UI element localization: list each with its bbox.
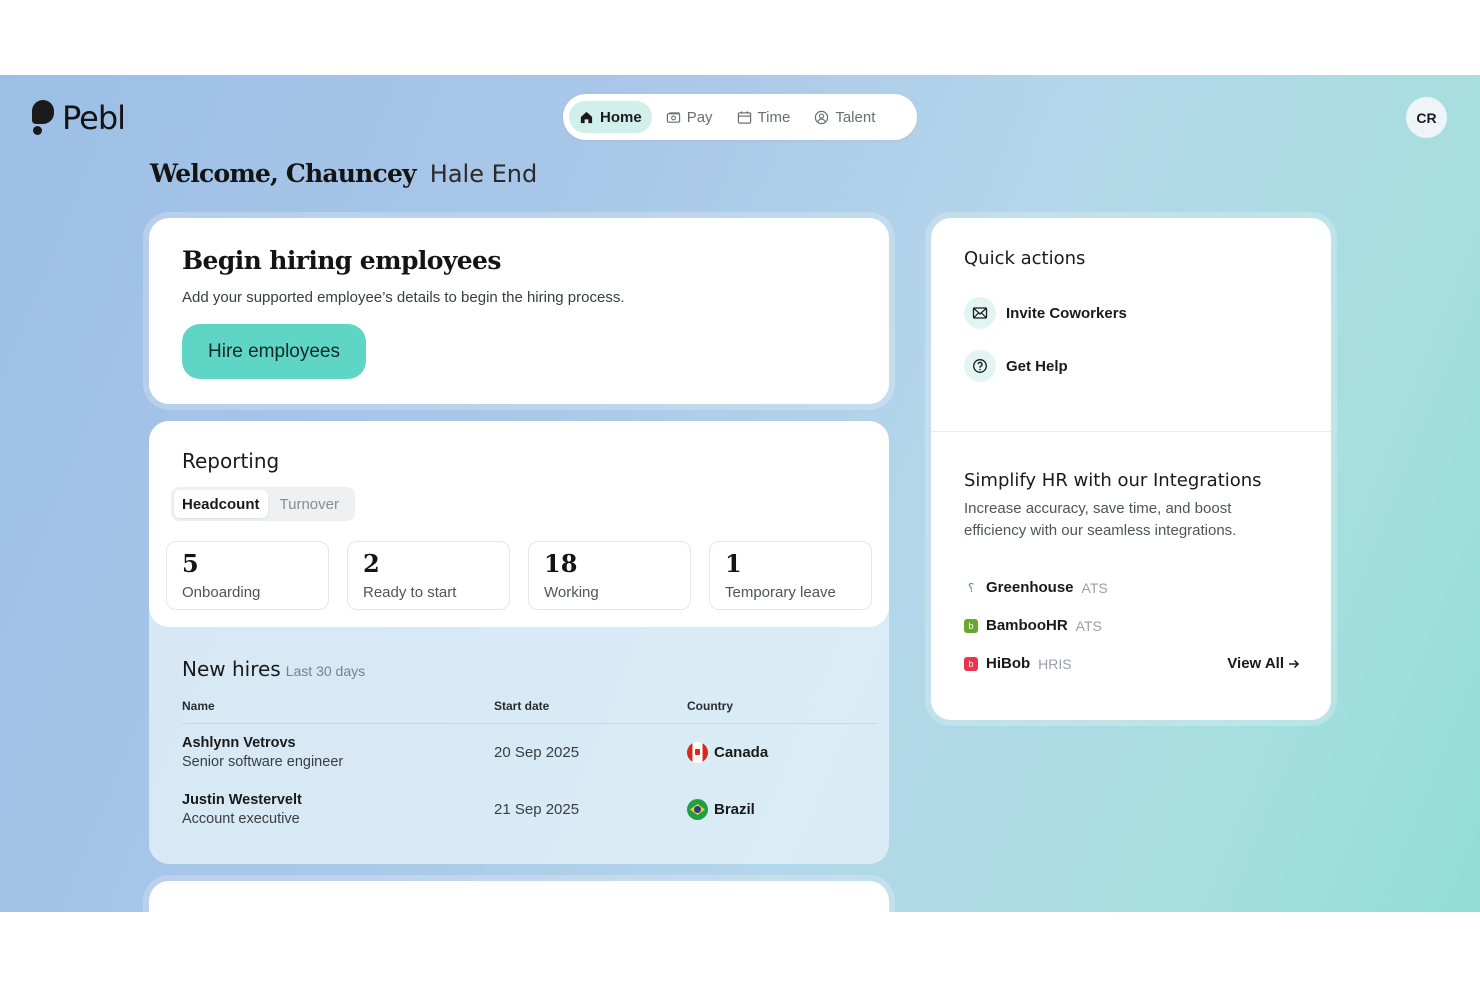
view-all-integrations-link[interactable]: View All (1227, 655, 1300, 672)
get-help-label: Get Help (1006, 357, 1068, 375)
next-card-partial (149, 881, 889, 912)
view-all-label: View All (1227, 655, 1284, 672)
integrations-description: Increase accuracy, save time, and boost … (964, 500, 1237, 539)
stat-label: Working (544, 584, 599, 601)
new-hires-table: Name Start date Country Ashlynn Vetrovs … (182, 699, 877, 838)
stat-ready-to-start[interactable]: 2 Ready to start (347, 541, 510, 610)
table-row[interactable]: Ashlynn Vetrovs Senior software engineer… (182, 724, 877, 781)
integrations-title: Simplify HR with our Integrations (964, 470, 1262, 491)
reporting-segmented-control: Headcount Turnover (171, 487, 355, 521)
integration-name: Greenhouse (986, 579, 1074, 596)
integration-type: ATS (1075, 617, 1102, 634)
employee-role: Account executive (182, 811, 300, 827)
money-icon (666, 111, 680, 123)
person-icon (815, 110, 829, 124)
tab-time[interactable]: Time (727, 101, 801, 133)
get-help-action[interactable]: Get Help (964, 350, 1068, 382)
stat-label: Onboarding (182, 584, 261, 601)
brazil-flag-icon (687, 799, 708, 820)
home-icon (580, 111, 593, 123)
integration-greenhouse[interactable]: ⸮ Greenhouse ATS (964, 579, 1108, 596)
tab-pay[interactable]: Pay (656, 101, 723, 133)
table-row[interactable]: Justin Westervelt Account executive 21 S… (182, 781, 877, 838)
country-cell: Canada (687, 742, 877, 763)
start-date: 21 Sep 2025 (494, 801, 580, 818)
tab-turnover[interactable]: Turnover (272, 490, 347, 518)
employee-role: Senior software engineer (182, 754, 344, 770)
pebl-logo[interactable]: Pebl (32, 99, 126, 137)
headcount-stats: 5 Onboarding 2 Ready to start 18 Working… (166, 541, 872, 610)
reporting-card: Reporting Headcount Turnover 5 Onboardin… (149, 421, 889, 864)
quick-actions-title: Quick actions (964, 248, 1086, 269)
employee-cell: Ashlynn Vetrovs Senior software engineer (182, 735, 494, 770)
employee-cell: Justin Westervelt Account executive (182, 792, 494, 827)
stat-value: 1 (725, 549, 742, 578)
pebl-logo-mark (32, 100, 56, 136)
stat-value: 2 (363, 549, 380, 578)
tab-pay-label: Pay (686, 108, 713, 126)
stat-label: Ready to start (363, 584, 457, 601)
hibob-logo-icon: b (964, 656, 978, 671)
integration-type: ATS (1081, 579, 1108, 596)
canada-flag-icon (687, 742, 708, 763)
stat-working[interactable]: 18 Working (528, 541, 691, 610)
arrow-right-icon (1289, 659, 1300, 668)
tab-time-label: Time (757, 108, 791, 126)
section-divider (931, 431, 1331, 432)
integration-name: HiBob (986, 655, 1031, 672)
stat-value: 18 (544, 549, 578, 578)
reporting-title: Reporting (182, 449, 280, 473)
integration-name: BambooHR (986, 617, 1068, 634)
country-cell: Brazil (687, 799, 877, 820)
table-header: Name Start date Country (182, 699, 877, 724)
country-name: Canada (714, 744, 769, 761)
hire-card: Begin hiring employees Add your supporte… (149, 218, 889, 404)
country-name: Brazil (714, 801, 755, 818)
column-header-start-date[interactable]: Start date (494, 699, 687, 713)
company-name: Hale End (429, 160, 538, 188)
hire-card-title: Begin hiring employees (182, 246, 501, 275)
integration-bamboohr[interactable]: b BambooHR ATS (964, 617, 1102, 634)
envelope-icon (964, 297, 996, 329)
column-header-name[interactable]: Name (182, 699, 494, 713)
tab-talent-label: Talent (835, 108, 876, 126)
integration-type: HRIS (1038, 655, 1072, 672)
quick-actions-card: Quick actions Invite Coworkers Get Help … (931, 218, 1331, 720)
stat-temporary-leave[interactable]: 1 Temporary leave (709, 541, 872, 610)
new-hires-title: New hires (182, 657, 281, 681)
top-nav: Home Pay Time Talent (563, 94, 917, 140)
stat-value: 5 (182, 549, 199, 578)
hire-employees-button[interactable]: Hire employees (182, 324, 366, 379)
hire-card-description: Add your supported employee’s details to… (182, 289, 625, 306)
invite-coworkers-action[interactable]: Invite Coworkers (964, 297, 1127, 329)
stat-label: Temporary leave (725, 584, 836, 601)
app-shell: Pebl Home Pay Time Talent CR Welcome, Ch… (0, 75, 1480, 912)
employee-name: Justin Westervelt (182, 792, 302, 808)
reporting-summary: Reporting Headcount Turnover 5 Onboardin… (149, 421, 889, 627)
help-circle-icon (964, 350, 996, 382)
new-hires-heading: New hires Last 30 days (182, 657, 365, 681)
tab-home[interactable]: Home (569, 101, 652, 133)
welcome-header: Welcome, Chauncey Hale End (150, 159, 537, 188)
column-header-country[interactable]: Country (687, 699, 877, 713)
welcome-greeting: Welcome, Chauncey (150, 159, 417, 188)
greenhouse-logo-icon: ⸮ (967, 580, 975, 595)
start-date: 20 Sep 2025 (494, 744, 580, 761)
employee-name: Ashlynn Vetrovs (182, 735, 296, 751)
tab-headcount[interactable]: Headcount (174, 490, 268, 518)
brand-name: Pebl (62, 99, 126, 137)
new-hires-subtitle: Last 30 days (285, 663, 366, 679)
stat-onboarding[interactable]: 5 Onboarding (166, 541, 329, 610)
tab-home-label: Home (600, 108, 642, 126)
user-avatar[interactable]: CR (1406, 97, 1447, 138)
tab-talent[interactable]: Talent (804, 101, 885, 133)
bamboohr-logo-icon: b (964, 618, 978, 633)
integration-hibob[interactable]: b HiBob HRIS (964, 655, 1072, 672)
calendar-icon (737, 110, 751, 124)
invite-coworkers-label: Invite Coworkers (1006, 304, 1127, 322)
